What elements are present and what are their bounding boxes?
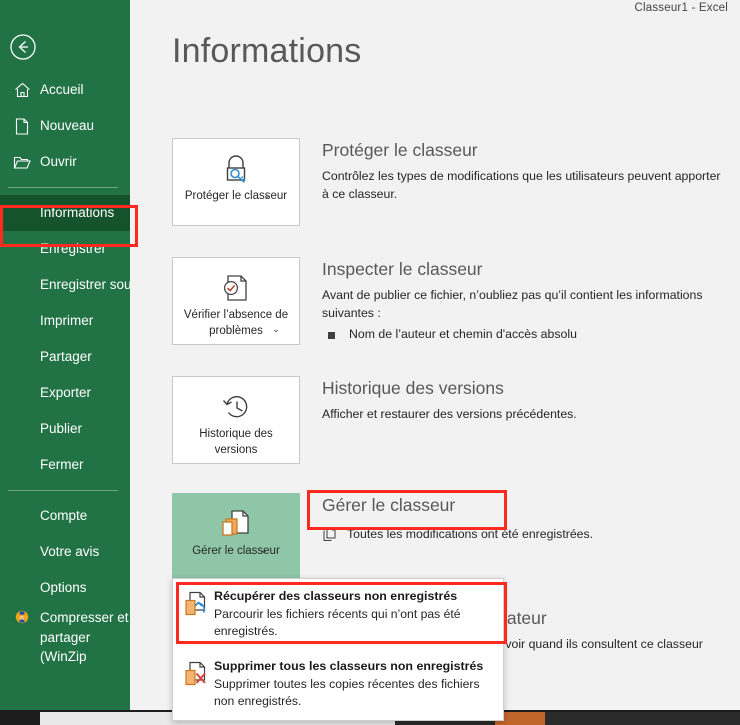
gerer-heading: Gérer le classeur bbox=[322, 495, 456, 515]
copy-documents-icon bbox=[219, 507, 253, 541]
inspecter-section-body: Inspecter le classeur Avant de publier c… bbox=[322, 257, 732, 345]
inspecter-bullet-text: Nom de l’auteur et chemin d'accès absolu bbox=[349, 326, 577, 341]
sidebar-item-label: Enregistrer sous bbox=[40, 277, 139, 293]
clock-back-icon bbox=[219, 390, 253, 424]
menu-item-subtitle: Parcourir les fichiers récents qui n’ont… bbox=[214, 607, 461, 639]
navigateur-description: euvent voir quand ils consultent ce clas… bbox=[465, 636, 703, 651]
delete-documents-icon bbox=[184, 658, 214, 710]
recover-documents-icon bbox=[184, 588, 214, 640]
svg-text:n: n bbox=[20, 615, 24, 622]
sidebar-item-partager[interactable]: Partager bbox=[0, 339, 130, 375]
sidebar-item-label: Informations bbox=[40, 205, 115, 221]
menu-item-subtitle: Supprimer toutes les copies récentes des… bbox=[214, 677, 480, 709]
winzip-icon: n bbox=[12, 608, 32, 626]
inspecter-description: Avant de publier ce fichier, n’oubliez p… bbox=[322, 287, 703, 320]
menu-item-text-block: Récupérer des classeurs non enregistrés … bbox=[214, 588, 493, 640]
sidebar-item-label: Compresser et partager (WinZip bbox=[40, 610, 129, 665]
sidebar-item-label: Partager bbox=[40, 349, 92, 365]
sidebar-item-votre-avis[interactable]: Votre avis bbox=[0, 534, 130, 570]
sidebar-item-label: Fermer bbox=[40, 457, 84, 473]
gerer-le-classeur-button[interactable]: Gérer le classeur ⌄ bbox=[172, 493, 300, 581]
sidebar-separator-2 bbox=[8, 490, 118, 491]
excel-backstage-window: Accueil Nouveau Ouvrir Informations Enre… bbox=[0, 0, 740, 725]
lock-key-icon bbox=[218, 152, 254, 186]
sidebar-item-informations[interactable]: Informations bbox=[0, 195, 130, 231]
home-icon bbox=[12, 81, 32, 99]
sidebar-item-label: Options bbox=[40, 580, 87, 596]
navigateur-heading: navigateur bbox=[465, 608, 547, 628]
sidebar-item-label: Ouvrir bbox=[40, 154, 77, 170]
menu-item-title: Supprimer tous les classeurs non enregis… bbox=[214, 659, 484, 674]
sidebar-item-fermer[interactable]: Fermer bbox=[0, 447, 130, 483]
folder-icon bbox=[12, 153, 32, 171]
proteger-button-label: Protéger le classeur bbox=[184, 190, 288, 202]
sidebar-separator-1 bbox=[8, 187, 118, 188]
sidebar-item-enregistrer[interactable]: Enregistrer bbox=[0, 231, 130, 267]
gerer-status-text: Toutes les modifications ont été enregis… bbox=[347, 526, 594, 541]
historique-button-label: Historique des versions bbox=[199, 428, 273, 456]
proteger-section-body: Protéger le classeur Contrôlez les types… bbox=[322, 138, 732, 226]
verifier-button-label: Vérifier l’absence de problèmes bbox=[183, 309, 289, 337]
section-proteger: Protéger le classeur ⌄ Protéger le class… bbox=[172, 138, 732, 226]
verifier-absence-problemes-button[interactable]: Vérifier l’absence de problèmes ⌄ bbox=[172, 257, 300, 345]
sidebar-item-label: Imprimer bbox=[40, 313, 94, 329]
gerer-status-row: Toutes les modifications ont été enregis… bbox=[322, 526, 732, 542]
sidebar-item-exporter[interactable]: Exporter bbox=[0, 375, 130, 411]
gerer-section-body: Gérer le classeur Toutes les modificatio… bbox=[322, 493, 732, 581]
section-inspecter: Vérifier l’absence de problèmes ⌄ Inspec… bbox=[172, 257, 732, 345]
sidebar-item-imprimer[interactable]: Imprimer bbox=[0, 303, 130, 339]
inspecter-bullet-item: Nom de l’auteur et chemin d'accès absolu bbox=[322, 327, 732, 341]
historique-des-versions-button[interactable]: Historique des versions bbox=[172, 376, 300, 464]
document-check-icon bbox=[219, 271, 253, 305]
section-gerer: Gérer le classeur ⌄ Gérer le classeur To… bbox=[172, 493, 732, 581]
sidebar-item-ouvrir[interactable]: Ouvrir bbox=[0, 144, 130, 180]
sidebar-item-label: Accueil bbox=[40, 82, 84, 98]
backstage-sidebar: Accueil Nouveau Ouvrir Informations Enre… bbox=[0, 0, 138, 710]
sidebar-item-winzip[interactable]: n Compresser et partager (WinZip bbox=[0, 606, 130, 667]
sidebar-item-nouveau[interactable]: Nouveau bbox=[0, 108, 130, 144]
sidebar-item-options[interactable]: Options bbox=[0, 570, 130, 606]
menu-item-title: Récupérer des classeurs non enregistrés bbox=[214, 589, 458, 603]
sidebar-item-publier[interactable]: Publier bbox=[0, 411, 130, 447]
square-bullet-icon bbox=[328, 331, 335, 339]
proteger-heading: Protéger le classeur bbox=[322, 140, 478, 160]
sidebar-item-label: Nouveau bbox=[40, 118, 95, 134]
historique-heading: Historique des versions bbox=[322, 378, 504, 398]
taskbar-dark-segment-2 bbox=[545, 712, 740, 725]
back-arrow-icon[interactable] bbox=[8, 32, 38, 62]
historique-section-body: Historique des versions Afficher et rest… bbox=[322, 376, 732, 464]
gerer-classeur-dropdown-menu: Récupérer des classeurs non enregistrés … bbox=[172, 578, 504, 721]
inspecter-heading: Inspecter le classeur bbox=[322, 259, 483, 279]
sidebar-item-label: Compte bbox=[40, 508, 88, 524]
gerer-button-label: Gérer le classeur bbox=[192, 545, 280, 557]
sidebar-item-label: Votre avis bbox=[40, 544, 100, 560]
document-title: Classeur1 - Excel bbox=[634, 2, 728, 14]
proteger-description: Contrôlez les types de modifications que… bbox=[322, 168, 721, 201]
sidebar-item-label: Enregistrer bbox=[40, 241, 107, 257]
sidebar-item-enregistrer-sous[interactable]: Enregistrer sous bbox=[0, 267, 138, 303]
sidebar-item-compte[interactable]: Compte bbox=[0, 498, 130, 534]
proteger-le-classeur-button[interactable]: Protéger le classeur ⌄ bbox=[172, 138, 300, 226]
section-navigateur: navigateur euvent voir quand ils consult… bbox=[465, 608, 740, 654]
menu-item-text-block: Supprimer tous les classeurs non enregis… bbox=[214, 658, 493, 710]
sidebar-nav-list: Accueil Nouveau Ouvrir Informations Enre… bbox=[0, 72, 138, 667]
page-icon bbox=[12, 117, 32, 135]
sidebar-item-label: Exporter bbox=[40, 385, 92, 401]
sidebar-item-accueil[interactable]: Accueil bbox=[0, 72, 130, 108]
copy-small-icon bbox=[322, 526, 337, 542]
historique-description: Afficher et restaurer des versions précé… bbox=[322, 406, 577, 421]
section-historique: Historique des versions Historique des v… bbox=[172, 376, 732, 464]
sidebar-item-label: Publier bbox=[40, 421, 83, 437]
page-title: Informations bbox=[172, 32, 362, 70]
menu-item-supprimer-classeurs[interactable]: Supprimer tous les classeurs non enregis… bbox=[173, 649, 503, 719]
menu-item-recuperer-classeurs[interactable]: Récupérer des classeurs non enregistrés … bbox=[173, 579, 503, 649]
